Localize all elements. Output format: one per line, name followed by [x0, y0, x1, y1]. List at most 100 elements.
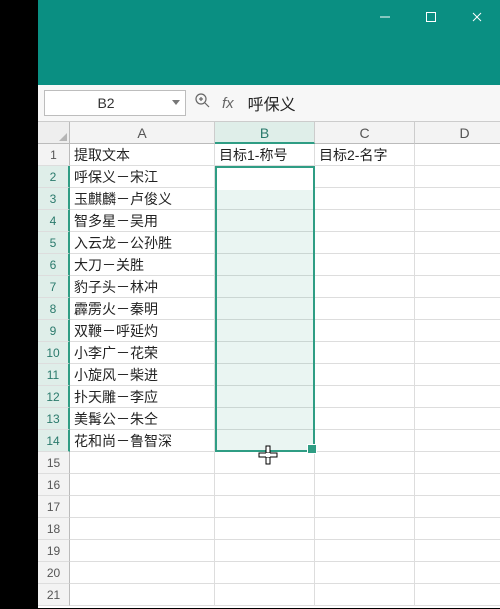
cell-A15[interactable]	[70, 452, 215, 474]
col-header-C[interactable]: C	[315, 122, 415, 144]
cell-C11[interactable]	[315, 364, 415, 386]
cell-C13[interactable]	[315, 408, 415, 430]
cell-A18[interactable]	[70, 518, 215, 540]
row-header-12[interactable]: 12	[38, 386, 70, 408]
cell-A19[interactable]	[70, 540, 215, 562]
cell-D2[interactable]	[415, 166, 500, 188]
cell-B18[interactable]	[215, 518, 315, 540]
worksheet-grid[interactable]: ABCD 123456789101112131415161718192021 提…	[38, 122, 500, 609]
cell-D4[interactable]	[415, 210, 500, 232]
cell-D21[interactable]	[415, 584, 500, 606]
cell-A5[interactable]: 入云龙－公孙胜	[70, 232, 215, 254]
chevron-down-icon[interactable]	[167, 100, 185, 106]
cell-B16[interactable]	[215, 474, 315, 496]
cell-A3[interactable]: 玉麒麟－卢俊义	[70, 188, 215, 210]
cell-B19[interactable]	[215, 540, 315, 562]
col-header-B[interactable]: B	[215, 122, 315, 144]
cell-D8[interactable]	[415, 298, 500, 320]
cell-D18[interactable]	[415, 518, 500, 540]
row-header-15[interactable]: 15	[38, 452, 70, 474]
cell-B5[interactable]	[215, 232, 315, 254]
row-header-11[interactable]: 11	[38, 364, 70, 386]
cell-C12[interactable]	[315, 386, 415, 408]
cell-B20[interactable]	[215, 562, 315, 584]
select-all-corner[interactable]	[38, 122, 70, 144]
row-header-20[interactable]: 20	[38, 562, 70, 584]
cell-A20[interactable]	[70, 562, 215, 584]
cell-C20[interactable]	[315, 562, 415, 584]
cell-B13[interactable]	[215, 408, 315, 430]
cell-B8[interactable]	[215, 298, 315, 320]
cell-D15[interactable]	[415, 452, 500, 474]
cell-D6[interactable]	[415, 254, 500, 276]
row-header-4[interactable]: 4	[38, 210, 70, 232]
cell-C10[interactable]	[315, 342, 415, 364]
fx-icon[interactable]: fx	[222, 95, 234, 112]
cell-B11[interactable]	[215, 364, 315, 386]
cell-C19[interactable]	[315, 540, 415, 562]
cell-A7[interactable]: 豹子头－林冲	[70, 276, 215, 298]
cell-A16[interactable]	[70, 474, 215, 496]
cell-D17[interactable]	[415, 496, 500, 518]
cell-B14[interactable]	[215, 430, 315, 452]
cell-C8[interactable]	[315, 298, 415, 320]
cell-A6[interactable]: 大刀－关胜	[70, 254, 215, 276]
cell-B2[interactable]: 呼保义	[215, 166, 315, 188]
cell-D11[interactable]	[415, 364, 500, 386]
cell-A17[interactable]	[70, 496, 215, 518]
row-header-6[interactable]: 6	[38, 254, 70, 276]
row-header-8[interactable]: 8	[38, 298, 70, 320]
cell-B21[interactable]	[215, 584, 315, 606]
cell-D9[interactable]	[415, 320, 500, 342]
cell-A4[interactable]: 智多星－吴用	[70, 210, 215, 232]
cell-B3[interactable]	[215, 188, 315, 210]
row-header-2[interactable]: 2	[38, 166, 70, 188]
cell-D13[interactable]	[415, 408, 500, 430]
col-header-D[interactable]: D	[415, 122, 500, 144]
cell-A12[interactable]: 扑天雕－李应	[70, 386, 215, 408]
row-header-18[interactable]: 18	[38, 518, 70, 540]
formula-input[interactable]	[242, 91, 494, 115]
col-header-A[interactable]: A	[70, 122, 215, 144]
row-header-3[interactable]: 3	[38, 188, 70, 210]
cell-A21[interactable]	[70, 584, 215, 606]
cell-B15[interactable]	[215, 452, 315, 474]
row-header-10[interactable]: 10	[38, 342, 70, 364]
cell-A1[interactable]: 提取文本	[70, 144, 215, 166]
row-header-9[interactable]: 9	[38, 320, 70, 342]
cell-C4[interactable]	[315, 210, 415, 232]
cell-C16[interactable]	[315, 474, 415, 496]
cell-C5[interactable]	[315, 232, 415, 254]
cell-D10[interactable]	[415, 342, 500, 364]
cell-D12[interactable]	[415, 386, 500, 408]
cell-C1[interactable]: 目标2-名字	[315, 144, 415, 166]
cell-A8[interactable]: 霹雳火－秦明	[70, 298, 215, 320]
cell-B10[interactable]	[215, 342, 315, 364]
row-header-19[interactable]: 19	[38, 540, 70, 562]
cell-D16[interactable]	[415, 474, 500, 496]
row-header-17[interactable]: 17	[38, 496, 70, 518]
cell-C2[interactable]	[315, 166, 415, 188]
maximize-button[interactable]	[408, 0, 454, 33]
cell-D20[interactable]	[415, 562, 500, 584]
cell-B12[interactable]	[215, 386, 315, 408]
cell-C6[interactable]	[315, 254, 415, 276]
cell-B7[interactable]	[215, 276, 315, 298]
cell-C3[interactable]	[315, 188, 415, 210]
cell-C21[interactable]	[315, 584, 415, 606]
row-header-21[interactable]: 21	[38, 584, 70, 606]
cell-C9[interactable]	[315, 320, 415, 342]
cell-C7[interactable]	[315, 276, 415, 298]
cell-D3[interactable]	[415, 188, 500, 210]
cell-C14[interactable]	[315, 430, 415, 452]
row-header-7[interactable]: 7	[38, 276, 70, 298]
cell-A9[interactable]: 双鞭－呼延灼	[70, 320, 215, 342]
cell-A11[interactable]: 小旋风－柴进	[70, 364, 215, 386]
cell-C15[interactable]	[315, 452, 415, 474]
cell-D5[interactable]	[415, 232, 500, 254]
row-header-16[interactable]: 16	[38, 474, 70, 496]
minimize-button[interactable]	[362, 0, 408, 33]
cell-C18[interactable]	[315, 518, 415, 540]
cell-D14[interactable]	[415, 430, 500, 452]
cell-D1[interactable]	[415, 144, 500, 166]
